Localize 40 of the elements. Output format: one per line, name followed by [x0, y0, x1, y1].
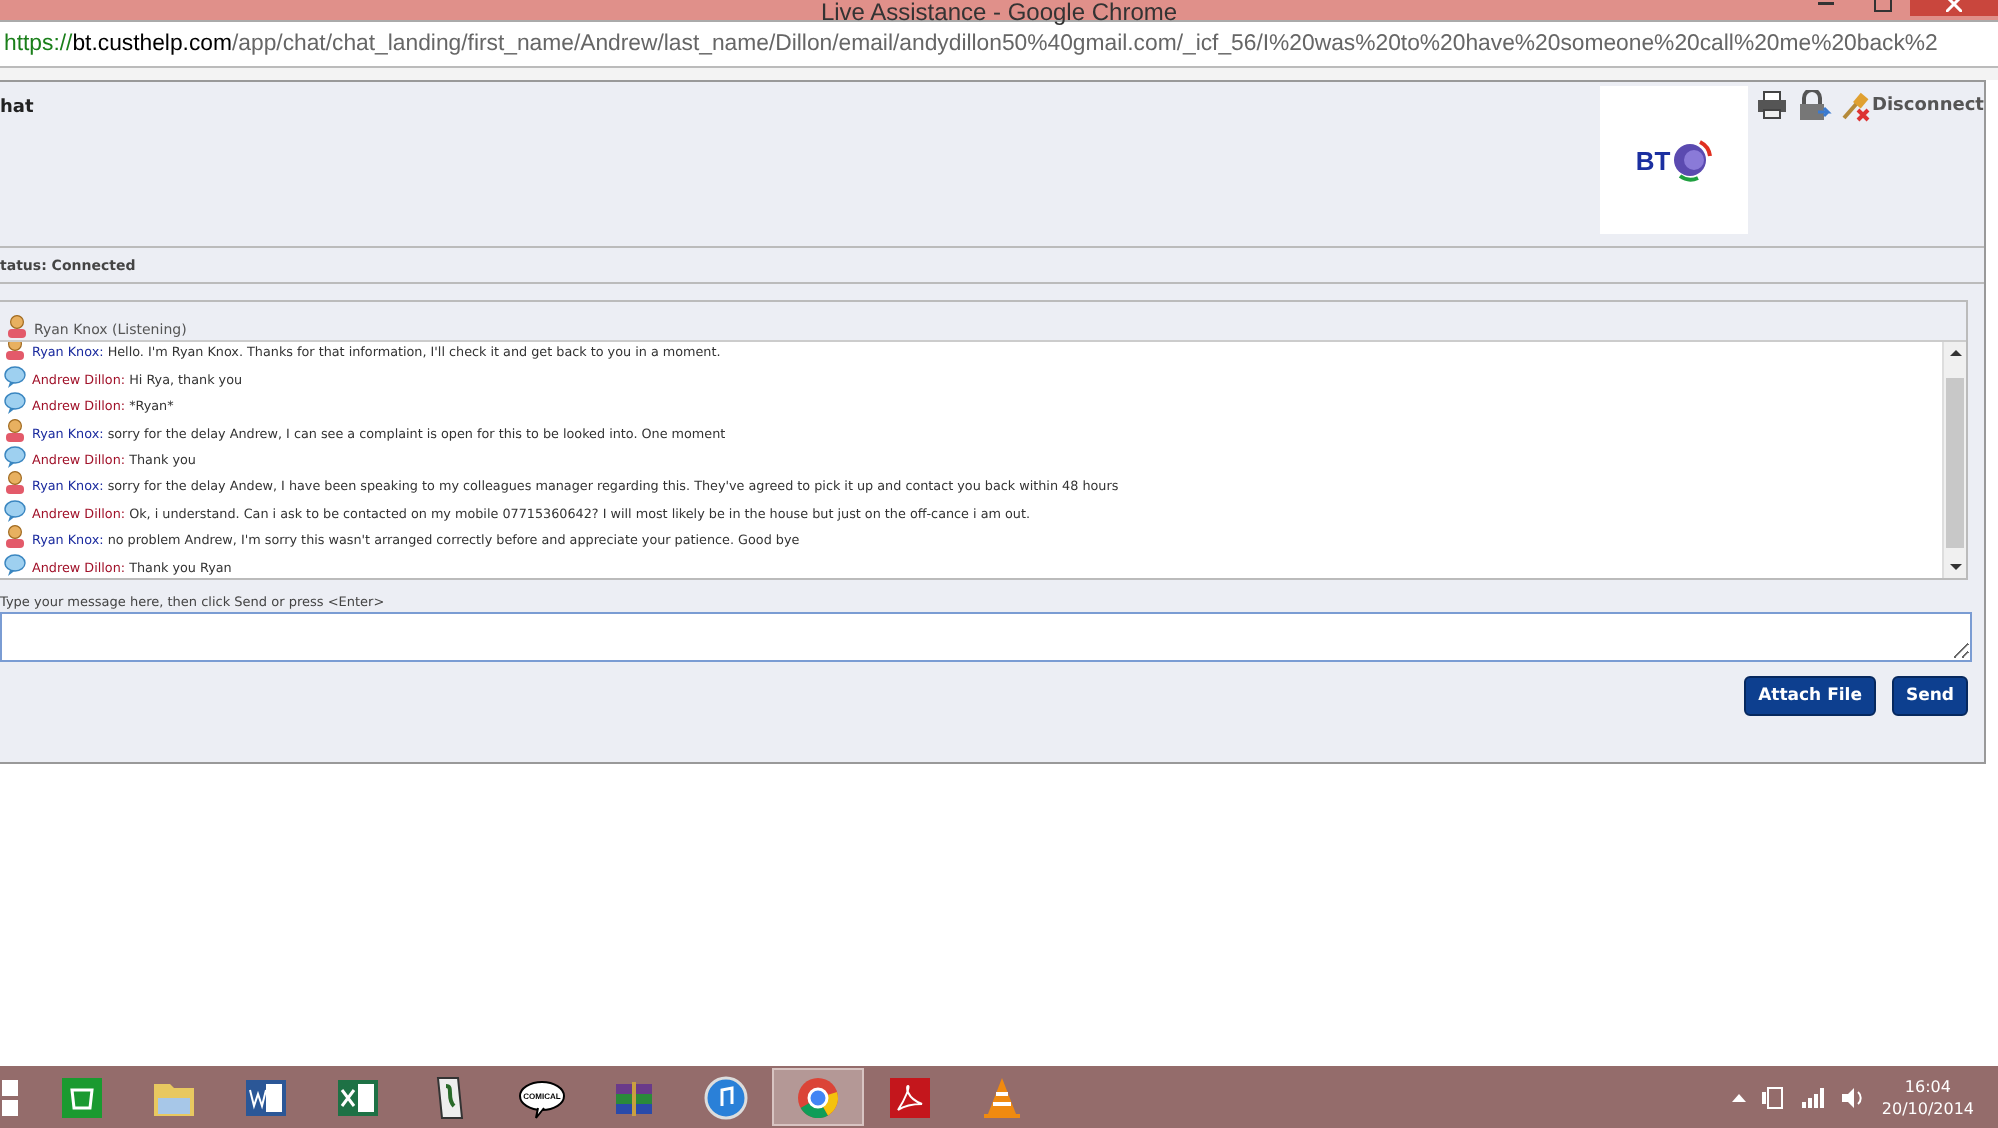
scroll-up-arrow-icon — [1949, 348, 1961, 358]
message-input[interactable] — [0, 612, 1972, 662]
speech-bubble-icon — [4, 553, 26, 576]
close-icon — [1946, 0, 1962, 12]
globe-logo-icon — [1672, 138, 1713, 182]
speech-bubble-icon — [4, 392, 26, 415]
logo-card: BT — [1600, 86, 1748, 234]
windows-logo-icon — [2, 1079, 18, 1115]
agent-avatar-icon — [4, 524, 26, 549]
agent-avatar-icon — [4, 342, 26, 361]
disconnect-button[interactable]: Disconnect — [1840, 90, 1984, 122]
agent-avatar-icon — [4, 470, 26, 495]
speech-bubble-icon — [4, 445, 26, 468]
send-button[interactable]: Send — [1891, 676, 1968, 716]
browser-icon — [794, 1073, 842, 1121]
window-title: Live Assistance - Google Chrome — [820, 0, 1178, 24]
agent-avatar-icon — [6, 314, 28, 338]
pdf-icon — [886, 1073, 934, 1121]
speaker-icon — [1841, 1087, 1866, 1107]
scrollbar[interactable] — [1942, 342, 1966, 578]
speech-bubble-icon — [4, 499, 26, 522]
signal-icon — [1801, 1087, 1826, 1107]
address-bar-url[interactable]: https://bt.custhelp.com/app/chat/chat_landing/first_name/Andrew/last_name/Dillon/email/andydillon50%40gmail.com/_icf_56/I%20was%20to%20have%20someone%20call%20me%20back%2 — [4, 32, 1938, 56]
attach-file-button[interactable]: Attach File — [1744, 676, 1876, 716]
speech-bubble-icon — [4, 365, 26, 388]
printer-icon — [1756, 90, 1788, 120]
chat-title: hat — [0, 96, 36, 122]
padlock-icon — [1796, 90, 1832, 122]
clock-time: 16:04 — [1904, 1075, 1951, 1097]
device-icon — [1761, 1085, 1786, 1109]
maximize-icon — [1873, 0, 1891, 12]
agent-avatar-icon — [4, 417, 26, 442]
tray-arrow-icon — [1731, 1092, 1746, 1102]
print-button[interactable] — [1756, 90, 1788, 120]
secure-button[interactable] — [1796, 90, 1832, 122]
scroll-down-arrow-icon — [1949, 562, 1961, 572]
traffic-cone-icon — [978, 1073, 1026, 1121]
shopping-bag-icon — [58, 1073, 106, 1121]
clock-date: 20/10/2014 — [1881, 1097, 1974, 1119]
minimize-icon — [1818, 2, 1834, 6]
